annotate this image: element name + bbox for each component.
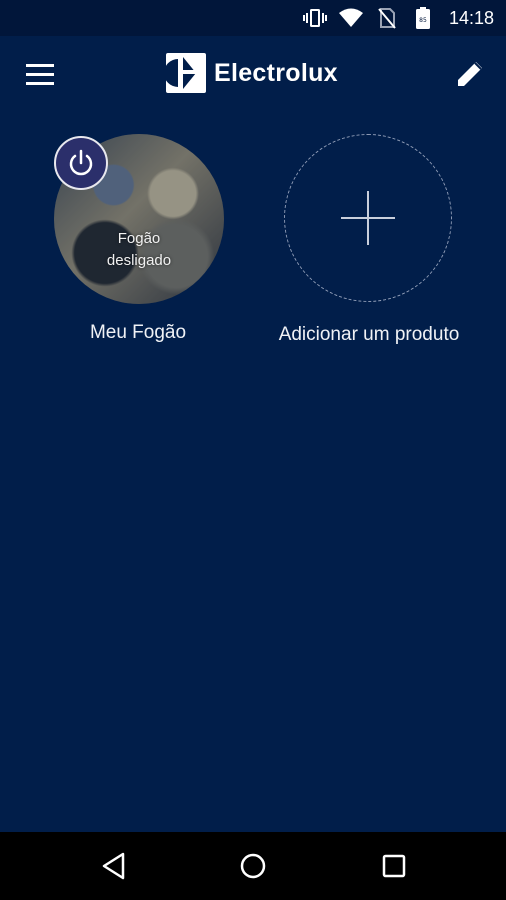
svg-text:85: 85 — [419, 17, 427, 24]
brand-logo: Electrolux — [166, 53, 338, 93]
add-product-label[interactable]: Adicionar um produto — [256, 324, 482, 346]
home-circle-icon[interactable] — [235, 848, 271, 884]
product-status-line2: desligado — [106, 252, 172, 269]
electrolux-logo-icon — [166, 53, 206, 93]
product-status-line1: Fogão — [117, 230, 161, 247]
status-bar: 85 14:18 — [0, 0, 506, 36]
brand-name: Electrolux — [214, 58, 338, 87]
pencil-icon[interactable] — [452, 56, 488, 92]
back-triangle-icon[interactable] — [96, 848, 132, 884]
clock-time: 14:18 — [448, 7, 494, 28]
add-product-button[interactable] — [284, 134, 452, 302]
product-status: Fogão desligado — [54, 228, 224, 272]
plus-icon — [341, 191, 395, 245]
system-nav-bar — [0, 832, 506, 900]
no-sim-icon — [375, 6, 399, 30]
vibrate-icon — [302, 6, 327, 30]
power-icon[interactable] — [54, 136, 108, 190]
recents-square-icon[interactable] — [376, 848, 412, 884]
wifi-icon — [338, 6, 363, 30]
hamburger-menu-icon[interactable] — [22, 58, 58, 92]
product-name[interactable]: Meu Fogão — [40, 322, 236, 344]
app-bar: Electrolux — [0, 36, 506, 112]
battery-icon: 85 — [411, 6, 435, 30]
